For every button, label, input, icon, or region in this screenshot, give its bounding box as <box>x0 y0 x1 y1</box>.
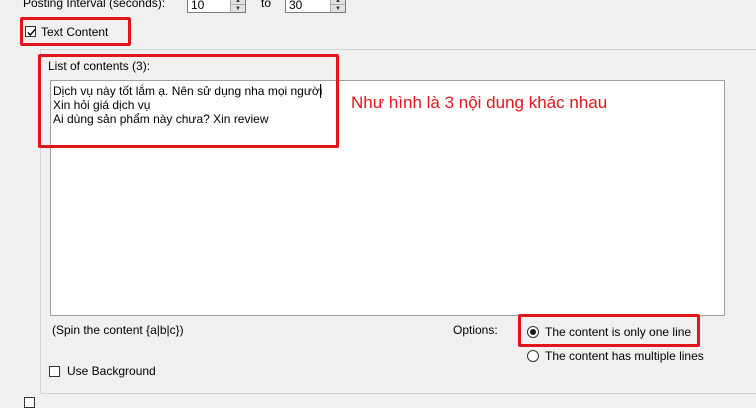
option-multiple-lines-label[interactable]: The content has multiple lines <box>545 349 704 363</box>
stepper-down-icon[interactable]: ▼ <box>231 5 245 12</box>
posting-to-stepper[interactable]: 30 ▲ ▼ <box>285 0 346 13</box>
options-label: Options: <box>453 323 498 337</box>
spin-hint-text: (Spin the content {a|b|c}) <box>52 323 184 337</box>
posting-from-value: 10 <box>191 0 205 12</box>
highlight-list-of-contents <box>38 54 339 148</box>
posting-to-label: to <box>261 0 272 10</box>
posting-from-stepper[interactable]: 10 ▲ ▼ <box>187 0 246 13</box>
stepper-down-icon[interactable]: ▼ <box>331 5 345 12</box>
option-multiple-lines-radio[interactable] <box>527 350 539 362</box>
highlight-one-line-option <box>518 314 700 347</box>
annotation-text: Như hình là 3 nội dung khác nhau <box>351 93 608 112</box>
highlight-text-content <box>20 17 131 46</box>
posting-to-value: 30 <box>289 0 303 12</box>
use-background-label: Use Background <box>67 364 156 378</box>
posting-interval-label: Posting Interval (seconds): <box>23 0 166 10</box>
use-background-checkbox[interactable] <box>49 366 60 377</box>
